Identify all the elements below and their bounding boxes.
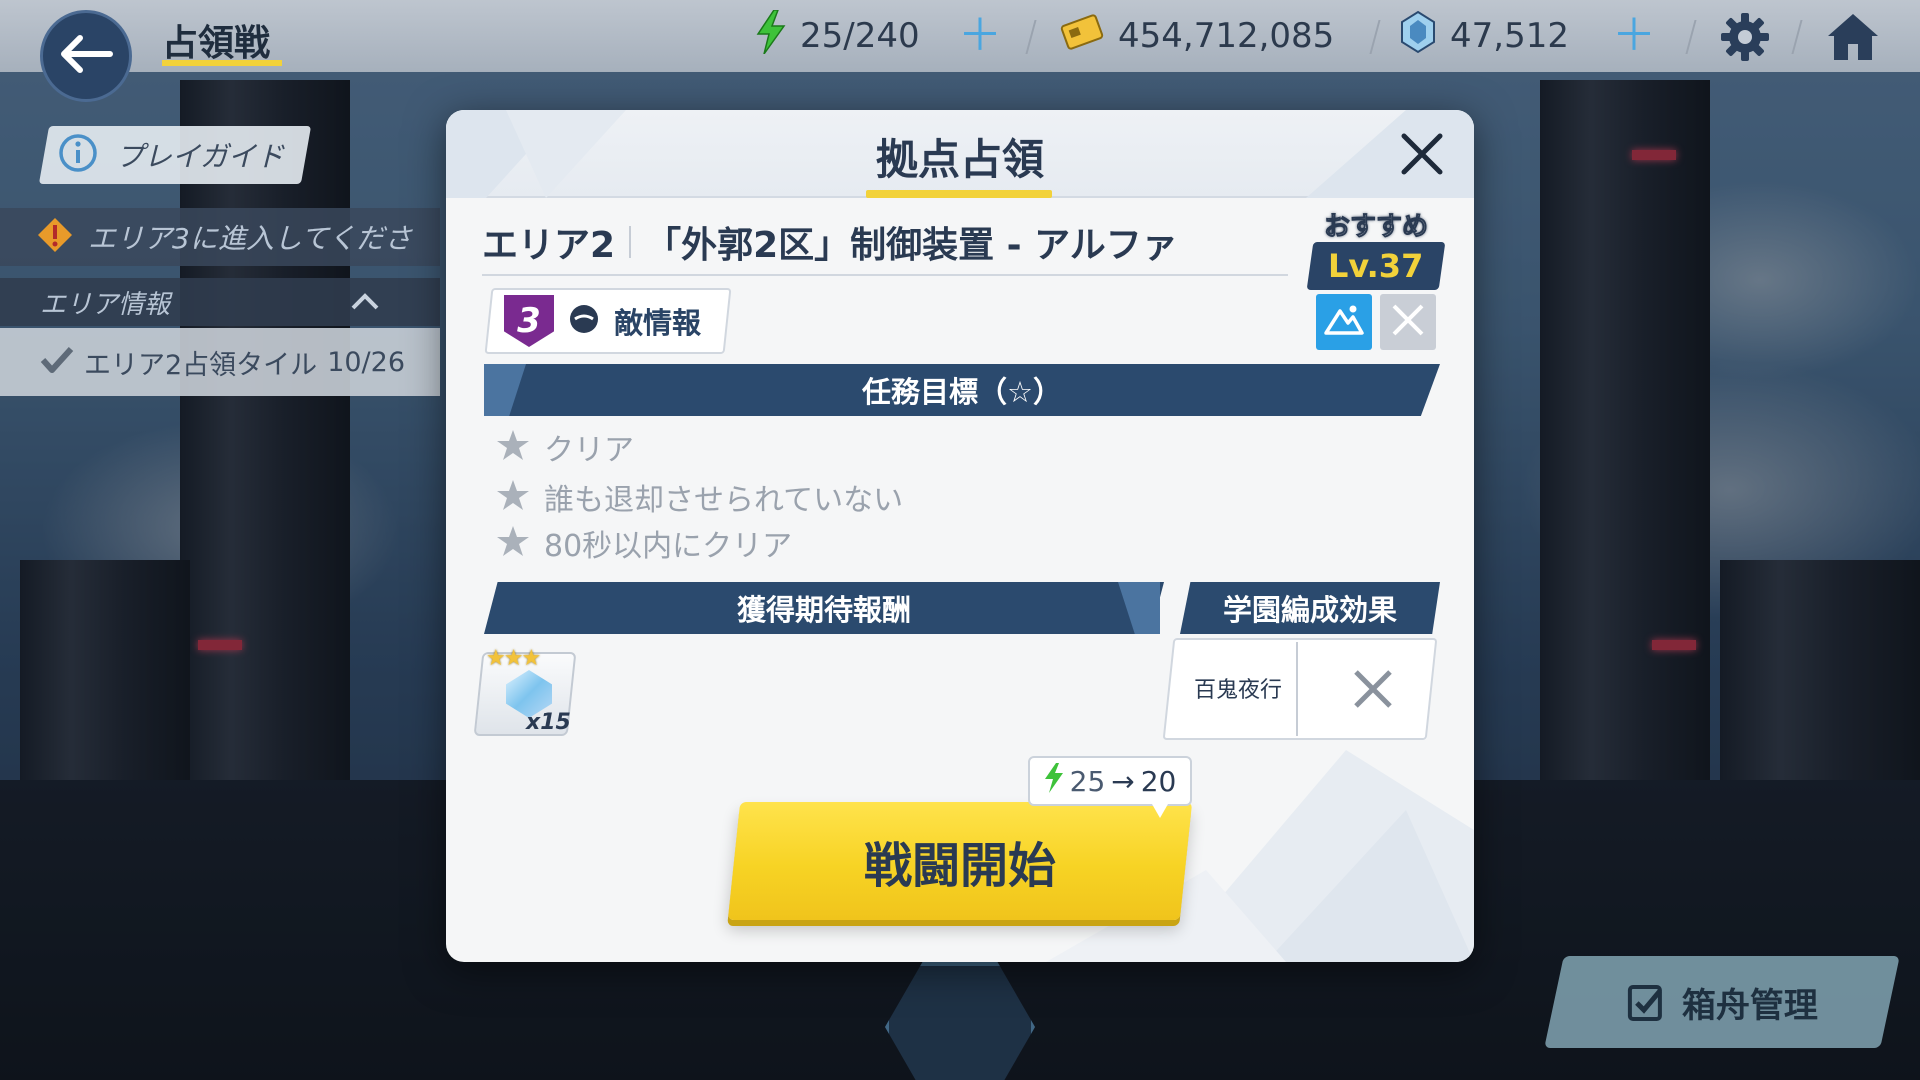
recommended-level-badge: Lv.37 <box>1306 242 1446 290</box>
divider <box>1791 20 1803 54</box>
formation-header: 学園編成効果 <box>1180 582 1440 634</box>
add-stamina-button[interactable]: ＋ <box>958 14 1002 58</box>
enemy-info-button[interactable]: 3 敵情報 <box>484 288 732 354</box>
back-arrow-icon <box>58 34 114 78</box>
stamina-counter: 25/240 <box>756 8 920 63</box>
unavailable-slot <box>1380 294 1436 350</box>
rewards-header: 獲得期待報酬 <box>484 582 1164 634</box>
info-icon <box>58 133 98 177</box>
play-guide-button[interactable]: プレイガイド <box>38 126 312 184</box>
area-info-header[interactable]: エリア情報 <box>0 278 440 326</box>
reward-quantity: x15 <box>526 710 571 735</box>
divider <box>1025 20 1037 54</box>
area-name: エリア2 <box>482 225 616 266</box>
warning-icon <box>36 216 74 258</box>
star-icon <box>496 479 530 515</box>
divider <box>1296 642 1298 736</box>
stamina-cost-bubble: 25 → 20 <box>1028 756 1192 818</box>
stage-name: 「外郭2区」制御装置 - アルファ <box>645 225 1178 266</box>
area-info-item: エリア2占領タイル 10/26 <box>0 328 440 396</box>
start-battle-label: 戦闘開始 <box>863 838 1056 894</box>
area-notice: エリア3に進入してくださ <box>0 208 440 266</box>
close-icon <box>1388 300 1428 344</box>
objectives-header: 任務目標（☆） <box>484 364 1440 416</box>
gem-icon <box>1400 10 1436 63</box>
objective-row: クリア <box>496 426 634 468</box>
objective-row: 誰も退却させられていない <box>496 476 903 518</box>
area-progress-value: 10/26 <box>327 346 405 378</box>
area-info-label: エリア情報 <box>40 289 171 320</box>
cost-to: 20 <box>1140 764 1177 798</box>
credits-counter: 454,712,085 <box>1060 12 1334 60</box>
stage-capture-dialog: 拠点占領 エリア2 「外郭2区」制御装置 - アルファ おすすめ Lv.37 3… <box>446 110 1474 962</box>
credits-value: 454,712,085 <box>1118 16 1335 56</box>
cost-from: 25 <box>1069 764 1106 798</box>
lightning-icon <box>1044 762 1064 800</box>
page-title: 占領戦 <box>162 23 271 64</box>
divider <box>1369 20 1381 54</box>
stage-underline <box>482 274 1288 276</box>
reward-rarity-stars: ★★★ <box>486 646 541 671</box>
recommended-level: おすすめ Lv.37 <box>1306 206 1446 290</box>
area-progress-label: エリア2占領タイル <box>84 349 318 381</box>
top-bar: 占領戦 25/240 ＋ 454,712,085 47,512 ＋ <box>0 0 1920 72</box>
clipboard-check-icon <box>1626 980 1666 1024</box>
add-gems-button[interactable]: ＋ <box>1612 14 1656 58</box>
star-icon <box>496 525 530 561</box>
check-icon <box>40 345 74 379</box>
arrow-right-icon: → <box>1111 764 1135 798</box>
terrain-icon <box>1322 301 1366 343</box>
divider <box>1685 20 1697 54</box>
recommended-level-value: Lv.37 <box>1328 247 1424 285</box>
stage-name-line: エリア2 「外郭2区」制御装置 - アルファ <box>482 216 1272 268</box>
home-icon[interactable] <box>1826 10 1880 64</box>
chevron-up-icon <box>350 288 380 318</box>
objective-row: 80秒以内にクリア <box>496 522 792 564</box>
objective-text: 80秒以内にクリア <box>544 529 793 564</box>
credit-card-icon <box>1060 13 1104 59</box>
ark-management-label: 箱舟管理 <box>1682 985 1818 1026</box>
ark-management-button[interactable]: 箱舟管理 <box>1544 956 1900 1048</box>
page-title-underline <box>162 60 282 66</box>
enemy-info-label: 敵情報 <box>614 306 702 340</box>
play-guide-label: プレイガイド <box>116 140 285 173</box>
terrain-button[interactable] <box>1316 294 1372 350</box>
lightning-icon <box>756 8 786 63</box>
objective-text: 誰も退却させられていない <box>544 483 904 518</box>
divider <box>629 226 632 258</box>
gems-counter: 47,512 <box>1400 10 1569 63</box>
gear-icon[interactable] <box>1718 10 1772 64</box>
stamina-value: 25/240 <box>800 16 920 56</box>
formation-school-name: 百鬼夜行 <box>1193 678 1282 703</box>
start-battle-button[interactable]: 戦闘開始 <box>727 802 1193 920</box>
star-icon <box>496 429 530 465</box>
recommended-label: おすすめ <box>1323 212 1428 243</box>
notice-text: エリア3に進入してくださ <box>88 222 413 255</box>
difficulty-badge: 3 <box>504 295 554 347</box>
close-icon <box>1346 662 1400 716</box>
objective-text: クリア <box>544 433 634 468</box>
enemy-face-icon <box>568 303 600 339</box>
gems-value: 47,512 <box>1450 16 1569 56</box>
back-button[interactable] <box>40 10 132 102</box>
